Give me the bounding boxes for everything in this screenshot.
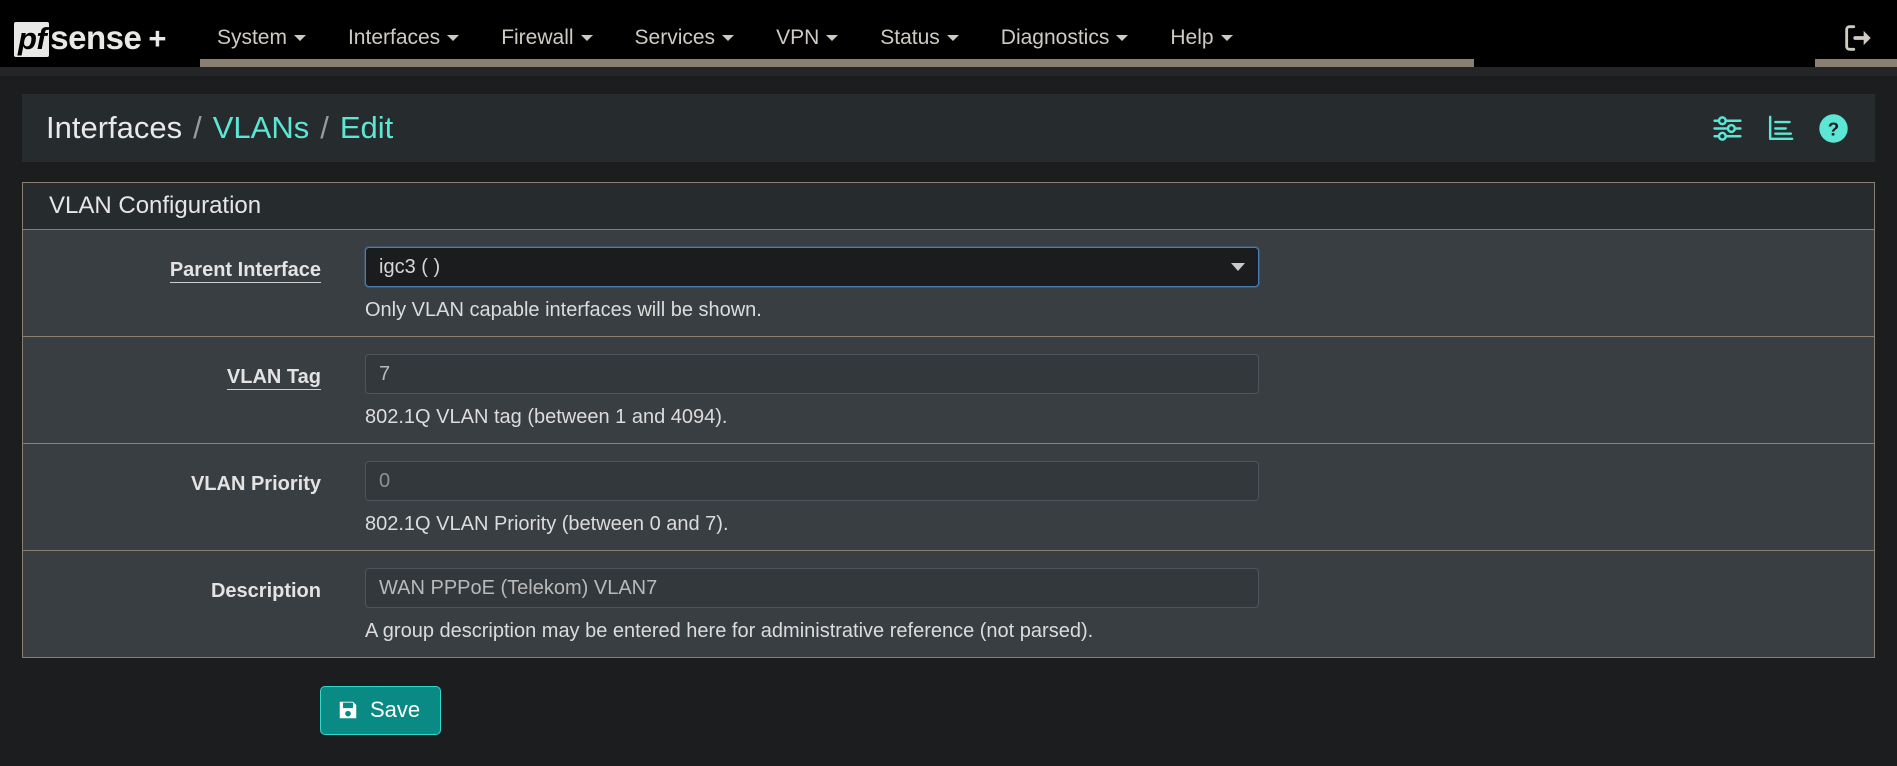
chevron-down-icon (580, 35, 593, 42)
description-value: WAN PPPoE (Telekom) VLAN7 (379, 576, 658, 599)
field-parent-interface: igc3 ( ) Only VLAN capable interfaces wi… (339, 247, 1874, 322)
label-parent-interface: Parent Interface (23, 247, 339, 283)
brand-pf-mark: pf (14, 21, 50, 58)
vlan-configuration-panel: VLAN Configuration Parent Interface igc3… (22, 182, 1875, 658)
breadcrumb-container: Interfaces / VLANs / Edit ? (0, 76, 1897, 162)
nav-accent-strip (200, 59, 1474, 67)
chevron-down-icon (447, 35, 460, 42)
label-vlan-priority: VLAN Priority (23, 461, 339, 496)
form-row-vlan-tag: VLAN Tag 7 802.1Q VLAN tag (between 1 an… (23, 337, 1874, 444)
brand-logo-text: pf sense + (14, 19, 166, 58)
nav-bottom-divider (0, 67, 1897, 76)
list-chart-icon[interactable] (1765, 113, 1796, 144)
nav-item-label: Status (880, 26, 940, 49)
logout-icon (1845, 25, 1871, 51)
nav-item-label: Help (1170, 26, 1214, 49)
form-row-vlan-priority: VLAN Priority 0 802.1Q VLAN Priority (be… (23, 444, 1874, 551)
help-circle-icon[interactable]: ? (1818, 113, 1849, 144)
vlan-configuration-container: VLAN Configuration Parent Interface igc3… (0, 162, 1897, 658)
vlan-priority-input[interactable]: 0 (365, 461, 1259, 501)
label-description: Description (23, 568, 339, 603)
label-text: Parent Interface (169, 259, 321, 283)
breadcrumb: Interfaces / VLANs / Edit (46, 110, 393, 146)
nav-item-label: Interfaces (347, 26, 441, 49)
label-text: VLAN Priority (190, 473, 321, 495)
breadcrumb-actions: ? (1712, 113, 1849, 144)
form-row-parent-interface: Parent Interface igc3 ( ) Only VLAN capa… (23, 230, 1874, 337)
nav-item-label: System (216, 26, 287, 49)
nav-item-label: Firewall (501, 26, 574, 49)
chevron-down-icon (722, 35, 735, 42)
brand-logo-pfsense-plus[interactable]: pf sense + (14, 0, 196, 76)
parent-interface-value: igc3 ( ) (379, 255, 441, 278)
floppy-save-icon (339, 701, 357, 719)
breadcrumb-link-vlans[interactable]: VLANs (213, 110, 309, 146)
breadcrumb-separator: / (320, 110, 329, 145)
top-navbar: pf sense + System Interfaces Firewall Serv… (0, 0, 1897, 76)
chevron-down-icon (946, 35, 959, 42)
field-vlan-tag: 7 802.1Q VLAN tag (between 1 and 4094). (339, 354, 1874, 429)
breadcrumb-link-edit[interactable]: Edit (340, 110, 393, 146)
label-vlan-tag: VLAN Tag (23, 354, 339, 390)
breadcrumb-root: Interfaces (46, 110, 183, 145)
panel-title: VLAN Configuration (23, 183, 1874, 230)
help-vlan-tag: 802.1Q VLAN tag (between 1 and 4094). (365, 406, 728, 428)
vlan-tag-value: 7 (379, 362, 391, 385)
form-actions: Save (0, 658, 1897, 735)
help-parent-interface: Only VLAN capable interfaces will be sho… (365, 299, 762, 321)
parent-interface-select[interactable]: igc3 ( ) (365, 247, 1259, 287)
svg-text:?: ? (1828, 118, 1839, 139)
description-input[interactable]: WAN PPPoE (Telekom) VLAN7 (365, 568, 1259, 608)
chevron-down-icon (826, 35, 839, 42)
nav-accent-strip-right (1815, 59, 1897, 67)
save-button-label: Save (370, 697, 421, 722)
chevron-down-icon (1231, 263, 1245, 271)
label-text: VLAN Tag (226, 366, 321, 390)
sliders-icon[interactable] (1712, 113, 1743, 144)
chevron-down-icon (1116, 35, 1129, 42)
nav-item-label: VPN (776, 26, 820, 49)
brand-sense-text: sense (50, 18, 142, 56)
save-button[interactable]: Save (320, 686, 442, 735)
chevron-down-icon (293, 35, 306, 42)
field-vlan-priority: 0 802.1Q VLAN Priority (between 0 and 7)… (339, 461, 1874, 536)
label-text: Description (210, 580, 321, 602)
vlan-priority-placeholder: 0 (379, 469, 391, 492)
form-row-description: Description WAN PPPoE (Telekom) VLAN7 A … (23, 551, 1874, 657)
help-vlan-priority: 802.1Q VLAN Priority (between 0 and 7). (365, 513, 729, 535)
field-description: WAN PPPoE (Telekom) VLAN7 A group descri… (339, 568, 1874, 643)
help-description: A group description may be entered here … (365, 620, 1094, 642)
nav-item-label: Diagnostics (1000, 26, 1110, 49)
nav-item-label: Services (634, 26, 716, 49)
chevron-down-icon (1220, 35, 1233, 42)
vlan-tag-input[interactable]: 7 (365, 354, 1259, 394)
breadcrumb-bar: Interfaces / VLANs / Edit ? (22, 94, 1875, 162)
breadcrumb-separator: / (193, 110, 202, 145)
brand-plus-sign: + (148, 20, 166, 56)
